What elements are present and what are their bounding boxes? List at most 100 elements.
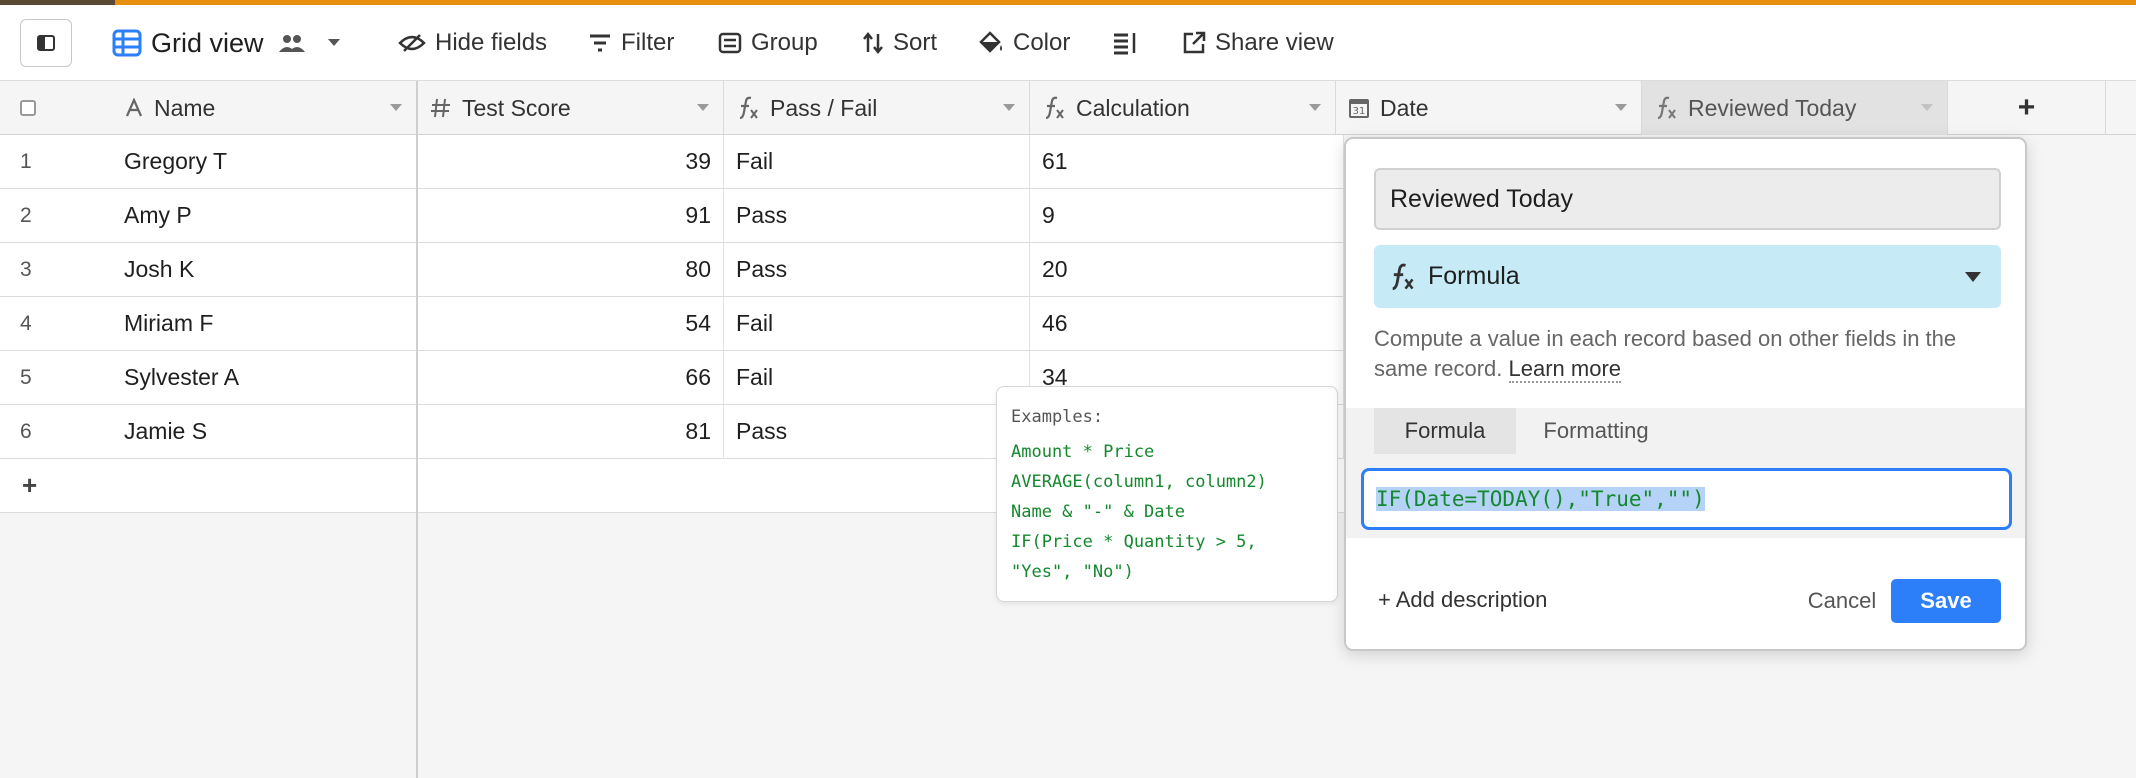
test-score-cell[interactable]: 66 [418, 351, 724, 405]
example-line: AVERAGE(column1, column2) [1011, 472, 1267, 492]
column-label: Pass / Fail [770, 94, 878, 121]
view-switcher[interactable]: Grid view [112, 5, 350, 81]
test-score-cell[interactable]: 54 [418, 297, 724, 351]
example-line: Amount * Price [1011, 442, 1155, 462]
group-label: Group [751, 29, 818, 56]
name-cell[interactable]: Amy P [112, 189, 417, 243]
color-button[interactable]: Color [978, 5, 1070, 81]
column-label: Reviewed Today [1688, 94, 1857, 121]
name-cell[interactable]: Jamie S [112, 405, 417, 459]
column-label: Name [154, 94, 216, 121]
pass-fail-cell[interactable]: Pass [724, 405, 1030, 459]
text-icon [125, 98, 143, 117]
column-header-reviewed-today[interactable]: Reviewed Today [1642, 81, 1948, 135]
grid-icon [112, 29, 142, 57]
row-height-icon [1114, 33, 1136, 55]
pass-fail-cell[interactable]: Pass [724, 243, 1030, 297]
add-description-button[interactable]: + Add description [1378, 587, 1547, 613]
column-header-pass-fail[interactable]: Pass / Fail [724, 81, 1030, 135]
filter-label: Filter [621, 29, 675, 56]
calculation-cell[interactable]: 9 [1030, 189, 1344, 243]
field-editor-popover: Reviewed Today Formula Compute a value i… [1344, 137, 2027, 651]
save-button[interactable]: Save [1891, 579, 2001, 623]
formula-tabs-panel: Formula Formatting IF(Date=TODAY(),"True… [1346, 408, 2025, 538]
share-view-button[interactable]: Share view [1182, 5, 1334, 81]
hide-fields-label: Hide fields [435, 29, 548, 56]
column-menu-icon[interactable] [697, 104, 709, 111]
share-icon [1183, 31, 1206, 54]
column-header-name[interactable]: Name [112, 81, 417, 135]
share-view-label: Share view [1215, 29, 1334, 56]
column-header-test-score[interactable]: Test Score [418, 81, 724, 135]
calculation-cell[interactable]: 46 [1030, 297, 1344, 351]
name-cell[interactable]: Josh K [112, 243, 417, 297]
column-header-date[interactable]: 31 Date [1336, 81, 1642, 135]
name-cell[interactable]: Gregory T [112, 135, 417, 189]
example-line: Name & "-" & Date [1011, 502, 1185, 522]
row-height-button[interactable] [1112, 5, 1147, 81]
view-name: Grid view [151, 27, 264, 58]
pass-fail-cell[interactable]: Pass [724, 189, 1030, 243]
grid-header: Name Test Score Pass / Fail Calculation … [0, 81, 2136, 135]
formula-icon [739, 96, 758, 120]
learn-more-link[interactable]: Learn more [1508, 356, 1622, 383]
sort-label: Sort [893, 29, 938, 56]
hide-fields-icon [398, 34, 426, 52]
pass-fail-cell[interactable]: Fail [724, 297, 1030, 351]
formula-text: IF(Date=TODAY(),"True","") [1376, 487, 1705, 511]
row-number-cell: 3 [0, 243, 112, 297]
column-menu-icon[interactable] [1921, 104, 1933, 111]
cancel-button[interactable]: Cancel [1792, 579, 1892, 623]
calculation-cell[interactable]: 20 [1030, 243, 1344, 297]
name-cell[interactable]: Sylvester A [112, 351, 417, 405]
tab-formula[interactable]: Formula [1374, 408, 1516, 454]
description-text: Compute a value in each record based on … [1374, 326, 1957, 381]
paint-bucket-icon [979, 31, 1002, 53]
field-type-select[interactable]: Formula [1374, 245, 2001, 308]
name-cell[interactable]: Miriam F [112, 297, 417, 351]
filter-button[interactable]: Filter [588, 5, 674, 81]
sidebar-icon [37, 35, 55, 51]
test-score-cell[interactable]: 81 [418, 405, 724, 459]
row-number-cell: 5 [0, 351, 112, 405]
test-score-cell[interactable]: 39 [418, 135, 724, 189]
formula-icon [1657, 96, 1676, 120]
group-button[interactable]: Group [718, 5, 818, 81]
test-score-cell[interactable]: 91 [418, 189, 724, 243]
pass-fail-cell[interactable]: Fail [724, 351, 1030, 405]
sort-button[interactable]: Sort [862, 5, 937, 81]
pass-fail-cell[interactable]: Fail [724, 135, 1030, 189]
select-all-checkbox[interactable] [20, 100, 36, 116]
column-menu-icon[interactable] [1615, 104, 1627, 111]
number-icon [431, 98, 450, 118]
hide-fields-button[interactable]: Hide fields [398, 5, 547, 81]
examples-title: Examples: [1011, 407, 1104, 427]
column-menu-icon[interactable] [1309, 104, 1321, 111]
row-number: 6 [20, 419, 32, 443]
field-type-description: Compute a value in each record based on … [1374, 324, 2001, 384]
row-number-cell: 2 [0, 189, 112, 243]
column-menu-icon[interactable] [1003, 104, 1015, 111]
row-number: 2 [20, 203, 32, 227]
chevron-down-icon [327, 39, 340, 46]
example-line: IF(Price * Quantity > 5, [1011, 532, 1257, 552]
column-label: Date [1380, 94, 1429, 121]
sidebar-toggle-button[interactable] [20, 19, 72, 67]
column-menu-icon[interactable] [390, 104, 402, 111]
formula-icon [1045, 96, 1064, 120]
field-name-input[interactable]: Reviewed Today [1374, 168, 2001, 230]
select-all-cell [0, 81, 112, 135]
tab-formatting[interactable]: Formatting [1516, 408, 1676, 454]
row-number: 4 [20, 311, 32, 335]
field-type-label: Formula [1428, 262, 1520, 290]
formula-input[interactable]: IF(Date=TODAY(),"True","") [1361, 468, 2012, 530]
column-header-calculation[interactable]: Calculation [1030, 81, 1336, 135]
calculation-cell[interactable]: 61 [1030, 135, 1344, 189]
view-toolbar: Grid view Hide fields Filter Group Sort … [0, 5, 2136, 81]
add-row-icon: + [22, 470, 38, 500]
row-number-cell: 1 [0, 135, 112, 189]
add-column-button[interactable]: + [1948, 81, 2106, 135]
filter-icon [590, 34, 610, 52]
add-row-button[interactable]: + [0, 459, 417, 513]
test-score-cell[interactable]: 80 [418, 243, 724, 297]
